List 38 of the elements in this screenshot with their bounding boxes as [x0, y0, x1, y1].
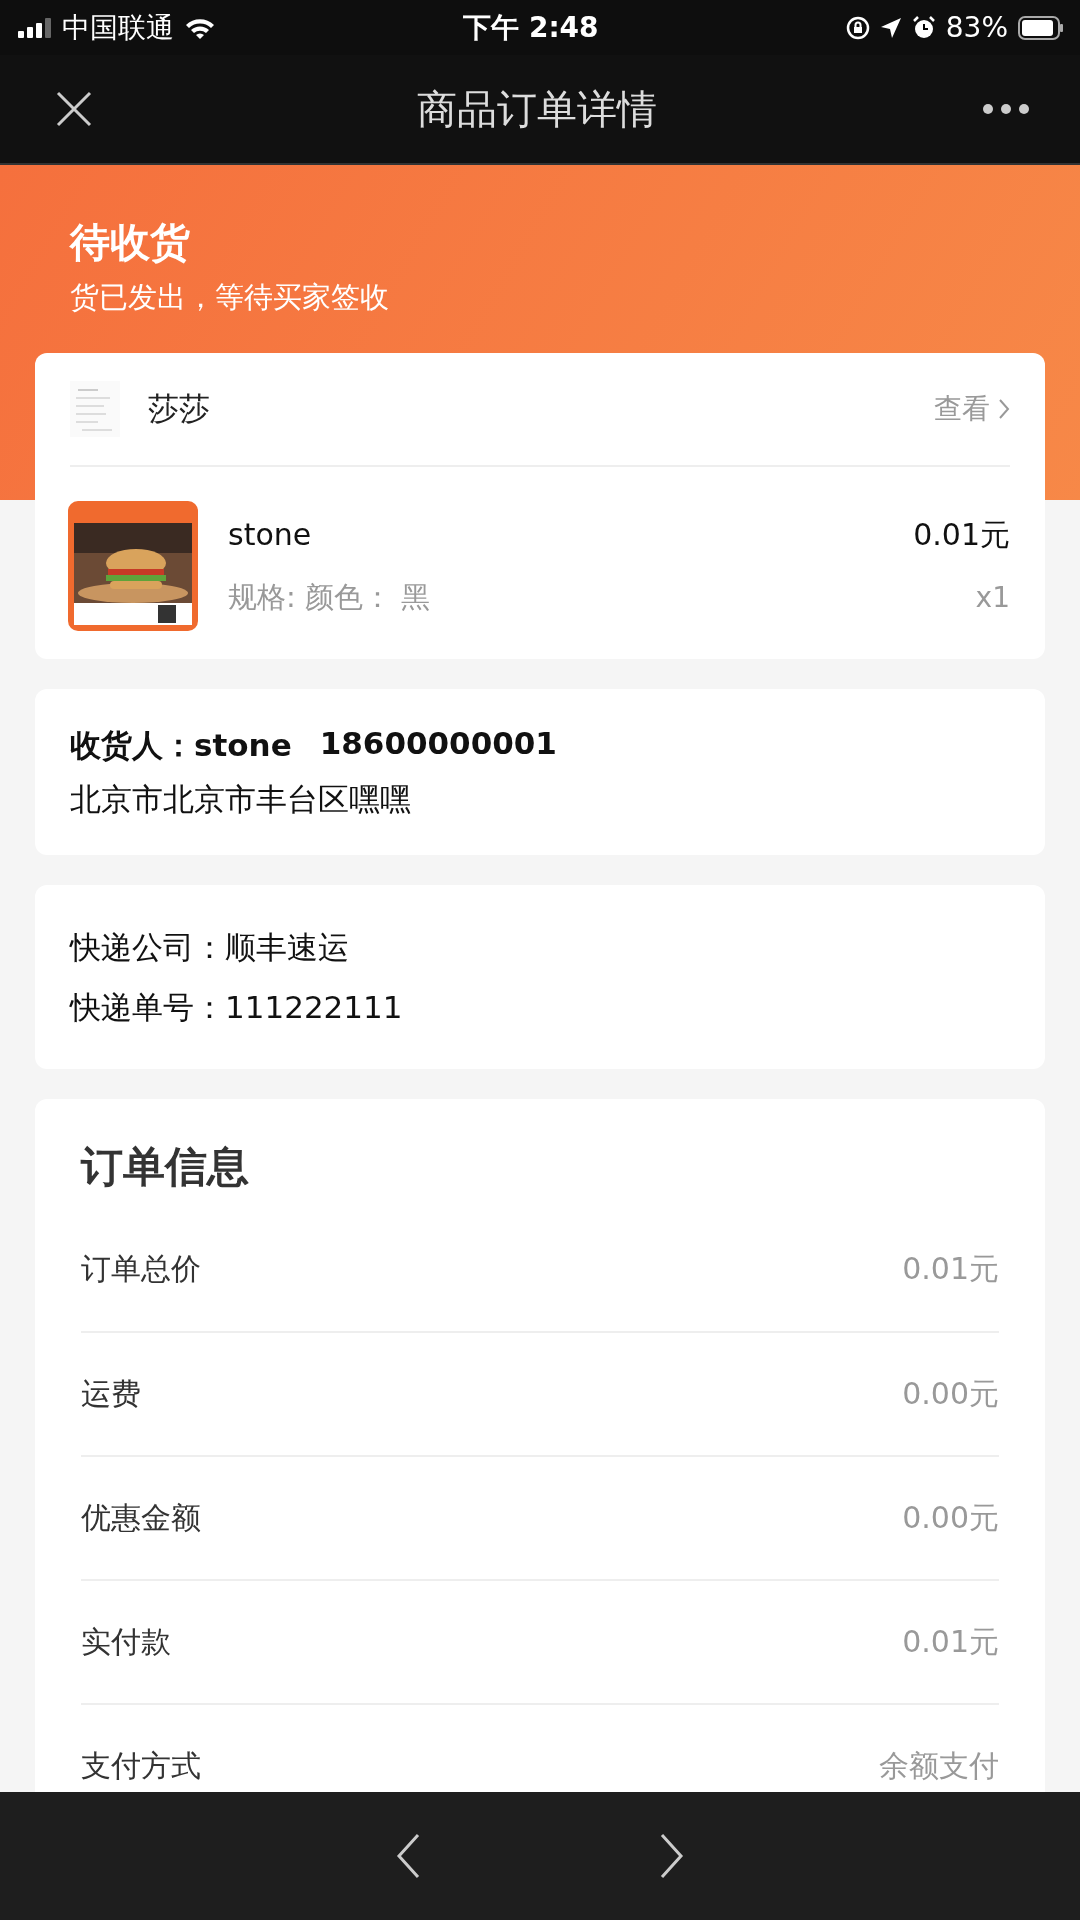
location-icon — [879, 16, 902, 39]
info-value: 0.01元 — [902, 1249, 999, 1288]
product-spec: 规格: 颜色： 黑 — [228, 578, 431, 616]
info-label: 运费 — [81, 1374, 141, 1413]
recipient-name: 收货人：stone — [70, 726, 292, 765]
signal-icon — [18, 17, 52, 38]
product-name: stone — [228, 516, 312, 552]
tracking-number: 快递单号：111222111 — [70, 988, 404, 1027]
info-label: 订单总价 — [81, 1249, 201, 1288]
order-status-title: 待收货 — [70, 218, 191, 267]
order-status-subtitle: 货已发出，等待买家签收 — [70, 279, 390, 316]
forward-icon[interactable] — [660, 1833, 684, 1879]
info-label: 支付方式 — [81, 1746, 201, 1785]
info-value: 0.00元 — [902, 1374, 999, 1413]
battery-percent: 83% — [945, 11, 1008, 44]
info-label: 优惠金额 — [81, 1498, 201, 1537]
product-price: 0.01元 — [913, 515, 1010, 554]
page-title: 商品订单详情 — [417, 84, 657, 134]
recipient-address: 北京市北京市丰台区嘿嘿 — [70, 780, 412, 819]
shop-name: 莎莎 — [148, 389, 210, 428]
view-link[interactable]: 查看 — [934, 390, 1010, 428]
back-icon[interactable] — [396, 1833, 420, 1879]
more-icon[interactable] — [982, 103, 1030, 115]
info-value: 余额支付 — [879, 1746, 999, 1785]
section-title: 订单信息 — [81, 1141, 250, 1193]
carrier-name: 中国联通 — [62, 9, 174, 46]
status-time: 下午 2:48 — [463, 9, 599, 46]
info-value: 0.01元 — [902, 1622, 999, 1661]
info-value: 0.00元 — [902, 1498, 999, 1537]
courier-company: 快递公司：顺丰速运 — [70, 928, 350, 967]
rotation-lock-icon — [845, 15, 870, 40]
info-label: 实付款 — [81, 1622, 171, 1661]
battery-icon — [1018, 15, 1064, 40]
product-quantity: x1 — [975, 580, 1010, 614]
recipient-phone: 18600000001 — [319, 725, 557, 763]
alarm-icon — [911, 15, 936, 40]
chevron-right-icon — [998, 398, 1010, 420]
close-icon[interactable] — [56, 91, 92, 127]
